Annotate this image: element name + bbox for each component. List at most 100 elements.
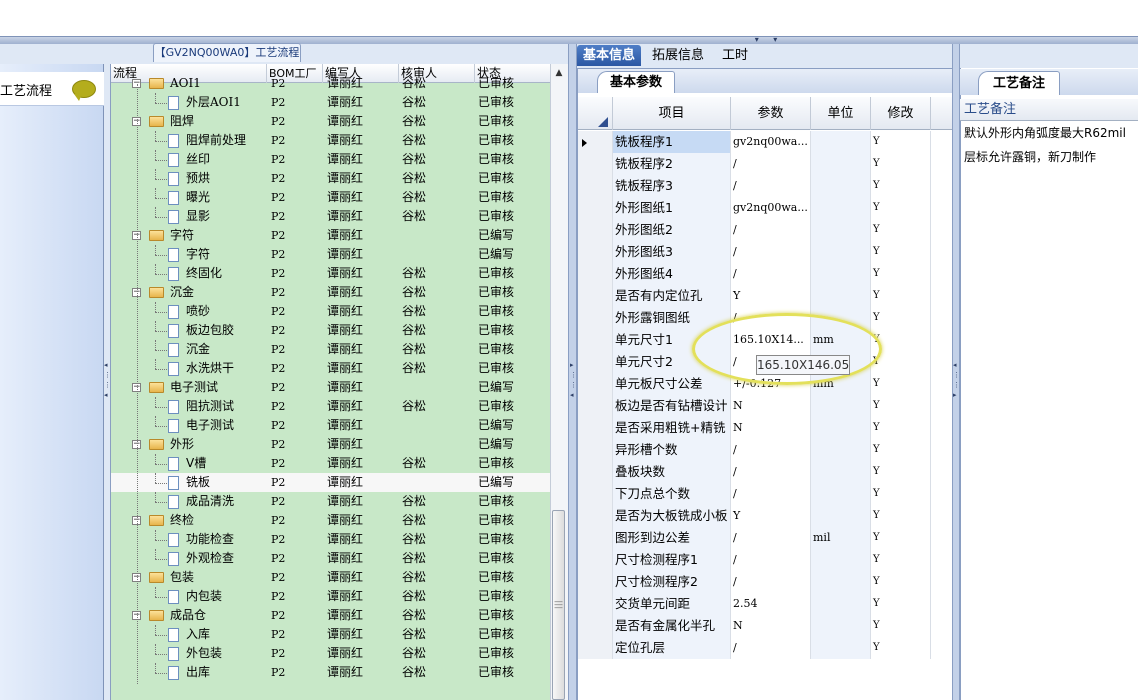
unit-cell[interactable] — [811, 175, 871, 197]
tree-node-label[interactable]: 喷砂 — [186, 302, 210, 321]
tree-node-label[interactable]: V槽 — [186, 454, 206, 473]
tree-node-label[interactable]: 水洗烘干 — [186, 359, 234, 378]
tab-basic-info[interactable]: 基本信息 — [577, 45, 642, 66]
unit-cell[interactable] — [811, 197, 871, 219]
grid-row[interactable]: 铣板程序2/ Y — [578, 153, 952, 175]
tree-node-label[interactable]: 外层AOI1 — [186, 93, 241, 112]
tree-row[interactable]: 预烘 P2 谭丽红 谷松 已审核 — [111, 169, 550, 188]
grid-row[interactable]: 交货单元间距 2.54 Y — [578, 593, 952, 615]
modify-cell[interactable]: Y — [871, 219, 931, 241]
tree-node-label[interactable]: 入库 — [186, 625, 210, 644]
modify-cell[interactable]: Y — [871, 153, 931, 175]
grid-row[interactable]: 是否有内定位孔 Y Y — [578, 285, 952, 307]
unit-cell[interactable] — [811, 461, 871, 483]
tree-row[interactable]: 字符 P2 谭丽红 已编写 — [111, 245, 550, 264]
remark-line[interactable]: 层标允许露铜，新刀制作 — [964, 148, 1096, 165]
value-cell[interactable]: gv2nq00wa... — [731, 131, 811, 153]
tree-row[interactable]: − 阻焊 P2 谭丽红 谷松 已审核 — [111, 112, 550, 131]
value-cell[interactable]: / — [731, 263, 811, 285]
tree-row[interactable]: 终固化 P2 谭丽红 谷松 已审核 — [111, 264, 550, 283]
tree-node-label[interactable]: 预烘 — [186, 169, 210, 188]
item-cell[interactable]: 尺寸检测程序2 — [613, 571, 731, 593]
item-cell[interactable]: 是否有金属化半孔 — [613, 615, 731, 637]
modify-cell[interactable]: Y — [871, 615, 931, 637]
grid-row[interactable]: 外形图纸3/ Y — [578, 241, 952, 263]
item-cell[interactable]: 是否有内定位孔 — [613, 285, 731, 307]
modify-cell[interactable]: Y — [871, 373, 931, 395]
grid-row[interactable]: 外形图纸2/ Y — [578, 219, 952, 241]
modify-cell[interactable]: Y — [871, 307, 931, 329]
grid-row[interactable]: 板边是否有钻槽设计 N Y — [578, 395, 952, 417]
unit-cell[interactable] — [811, 241, 871, 263]
modify-cell[interactable]: Y — [871, 395, 931, 417]
tree-node-label[interactable]: 功能检查 — [186, 530, 234, 549]
value-cell[interactable]: / — [731, 219, 811, 241]
item-cell[interactable]: 下刀点总个数 — [613, 483, 731, 505]
tree-node-label[interactable]: 内包装 — [186, 587, 222, 606]
tree-node-label[interactable]: 曝光 — [186, 188, 210, 207]
grid-row[interactable]: 铣板程序3/ Y — [578, 175, 952, 197]
tab-work-hours[interactable]: 工时 — [716, 45, 754, 66]
unit-cell[interactable] — [811, 439, 871, 461]
grid-row[interactable]: 是否有金属化半孔 N Y — [578, 615, 952, 637]
tab-basic-params[interactable]: 基本参数 — [597, 71, 675, 93]
tree-row[interactable]: 外观检查 P2 谭丽红 谷松 已审核 — [111, 549, 550, 568]
tree-row[interactable]: 板边包胶 P2 谭丽红 谷松 已审核 — [111, 321, 550, 340]
unit-cell[interactable] — [811, 131, 871, 153]
unit-cell[interactable] — [811, 219, 871, 241]
tree-node-label[interactable]: AOI1 — [170, 74, 201, 93]
tree-node-label[interactable]: 阻焊 — [170, 112, 194, 131]
tree-row[interactable]: − 外形 P2 谭丽红 已编写 — [111, 435, 550, 454]
col-header-value[interactable]: 参数 — [731, 97, 811, 130]
modify-cell[interactable]: Y — [871, 527, 931, 549]
value-cell[interactable]: / — [731, 571, 811, 593]
value-cell[interactable]: / — [731, 637, 811, 659]
unit-cell[interactable] — [811, 417, 871, 439]
item-cell[interactable]: 外形图纸1 — [613, 197, 731, 219]
value-cell[interactable]: 2.54 — [731, 593, 811, 615]
value-cell[interactable]: Y — [731, 505, 811, 527]
unit-cell[interactable] — [811, 505, 871, 527]
tree-row[interactable]: 水洗烘干 P2 谭丽红 谷松 已审核 — [111, 359, 550, 378]
tree-node-label[interactable]: 铣板 — [186, 473, 210, 492]
value-cell[interactable]: gv2nq00wa... — [731, 197, 811, 219]
item-cell[interactable]: 交货单元间距 — [613, 593, 731, 615]
tree-node-label[interactable]: 电子测试 — [170, 378, 218, 397]
tree-node-label[interactable]: 板边包胶 — [186, 321, 234, 340]
item-cell[interactable]: 尺寸检测程序1 — [613, 549, 731, 571]
item-cell[interactable]: 外形图纸2 — [613, 219, 731, 241]
unit-cell[interactable] — [811, 549, 871, 571]
item-cell[interactable]: 铣板程序3 — [613, 175, 731, 197]
tree-node-label[interactable]: 沉金 — [186, 340, 210, 359]
value-cell[interactable]: Y — [731, 285, 811, 307]
modify-cell[interactable]: Y — [871, 197, 931, 219]
select-all-icon[interactable] — [598, 117, 608, 127]
item-cell[interactable]: 图形到边公差 — [613, 527, 731, 549]
grid-row[interactable]: 下刀点总个数 / Y — [578, 483, 952, 505]
modify-cell[interactable]: Y — [871, 483, 931, 505]
param-grid[interactable]: 项目 参数 单位 修改 铣板程序1 gv2nq00wa... Y 铣板程序2/Y 铣板程… — [578, 97, 952, 700]
tab-process-remarks[interactable]: 工艺备注 — [978, 71, 1060, 95]
unit-cell[interactable] — [811, 637, 871, 659]
item-cell[interactable]: 是否采用粗铣+精铣 — [613, 417, 731, 439]
tree-node-label[interactable]: 终固化 — [186, 264, 222, 283]
unit-cell[interactable] — [811, 483, 871, 505]
tree-node-label[interactable]: 外观检查 — [186, 549, 234, 568]
modify-cell[interactable]: Y — [871, 241, 931, 263]
modify-cell[interactable]: Y — [871, 505, 931, 527]
tab-extended-info[interactable]: 拓展信息 — [646, 45, 710, 66]
item-cell[interactable]: 板边是否有钻槽设计 — [613, 395, 731, 417]
tree-row[interactable]: 曝光 P2 谭丽红 谷松 已审核 — [111, 188, 550, 207]
col-header-modify[interactable]: 修改 — [871, 97, 931, 130]
tree-node-label[interactable]: 丝印 — [186, 150, 210, 169]
modify-cell[interactable]: Y — [871, 175, 931, 197]
grid-row[interactable]: 叠板块数 / Y — [578, 461, 952, 483]
tree-row[interactable]: V槽 P2 谭丽红 谷松 已审核 — [111, 454, 550, 473]
tree-node-label[interactable]: 终检 — [170, 511, 194, 530]
modify-cell[interactable]: Y — [871, 593, 931, 615]
tree-row[interactable]: 内包装 P2 谭丽红 谷松 已审核 — [111, 587, 550, 606]
grid-row[interactable]: 是否采用粗铣+精铣 N Y — [578, 417, 952, 439]
tree-row[interactable]: 功能检查 P2 谭丽红 谷松 已审核 — [111, 530, 550, 549]
tree-node-label[interactable]: 成品清洗 — [186, 492, 234, 511]
tree-node-label[interactable]: 显影 — [186, 207, 210, 226]
